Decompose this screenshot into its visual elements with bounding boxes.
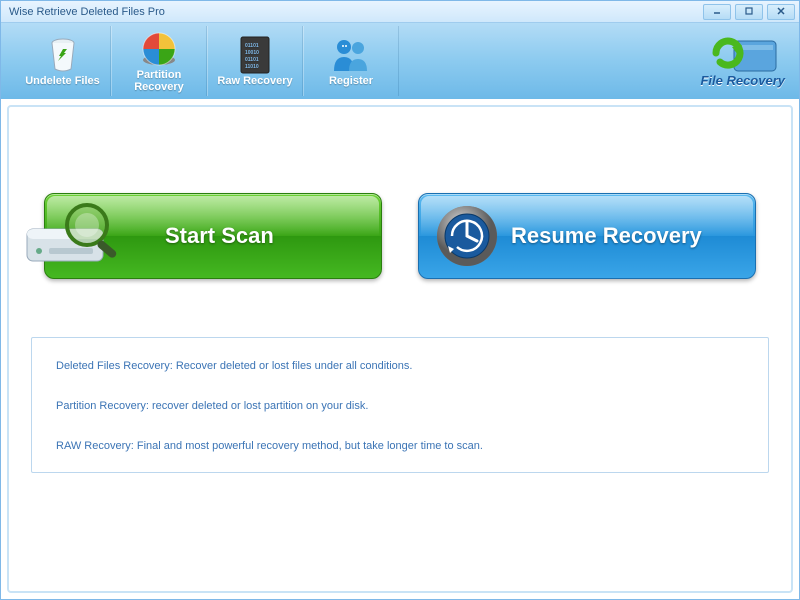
info-panel: Deleted Files Recovery: Recover deleted …: [31, 337, 769, 473]
recycle-bin-icon: [43, 35, 83, 75]
pie-chart-icon: [139, 29, 179, 69]
svg-text:01101: 01101: [245, 43, 259, 49]
toolbar-undelete-files[interactable]: Undelete Files: [15, 26, 111, 96]
clock-restore-icon: [427, 191, 507, 281]
close-icon: [776, 3, 786, 21]
toolbar-label: Partition Recovery: [134, 69, 184, 93]
toolbar-label: Register: [329, 75, 373, 87]
resume-recovery-label: Resume Recovery: [511, 223, 702, 249]
resume-recovery-button[interactable]: Resume Recovery: [418, 193, 756, 279]
brand-text: File Recovery: [700, 73, 785, 88]
users-icon: [329, 35, 373, 75]
content-area: Start Scan Resume Recovery: [7, 105, 793, 593]
start-scan-label: Start Scan: [165, 223, 274, 249]
toolbar-register[interactable]: Register: [303, 26, 399, 96]
file-recovery-icon: [702, 29, 784, 75]
toolbar-label: Raw Recovery: [217, 75, 292, 87]
minimize-button[interactable]: [703, 4, 731, 20]
minimize-icon: [712, 3, 722, 21]
toolbar-raw-recovery[interactable]: 01101 10010 01101 11010 Raw Recovery: [207, 26, 303, 96]
info-deleted-files: Deleted Files Recovery: Recover deleted …: [56, 360, 744, 372]
window-controls: [703, 4, 795, 20]
toolbar-partition-recovery[interactable]: Partition Recovery: [111, 26, 207, 96]
svg-text:11010: 11010: [245, 64, 259, 70]
svg-text:01101: 01101: [245, 57, 259, 63]
app-window: Wise Retrieve Deleted Files Pro Undele: [0, 0, 800, 600]
binary-file-icon: 01101 10010 01101 11010: [237, 35, 273, 75]
svg-text:10010: 10010: [245, 50, 259, 56]
close-button[interactable]: [767, 4, 795, 20]
info-raw: RAW Recovery: Final and most powerful re…: [56, 440, 744, 452]
maximize-button[interactable]: [735, 4, 763, 20]
start-scan-button[interactable]: Start Scan: [44, 193, 382, 279]
window-title: Wise Retrieve Deleted Files Pro: [9, 6, 165, 18]
hard-drive-scan-icon: [21, 191, 131, 281]
brand-logo: File Recovery: [700, 29, 785, 88]
titlebar: Wise Retrieve Deleted Files Pro: [1, 1, 799, 23]
toolbar: Undelete Files Partition Recovery 011: [1, 23, 799, 99]
toolbar-label: Undelete Files: [25, 75, 100, 87]
maximize-icon: [744, 3, 754, 21]
info-partition: Partition Recovery: recover deleted or l…: [56, 400, 744, 412]
main-buttons: Start Scan Resume Recovery: [31, 193, 769, 279]
